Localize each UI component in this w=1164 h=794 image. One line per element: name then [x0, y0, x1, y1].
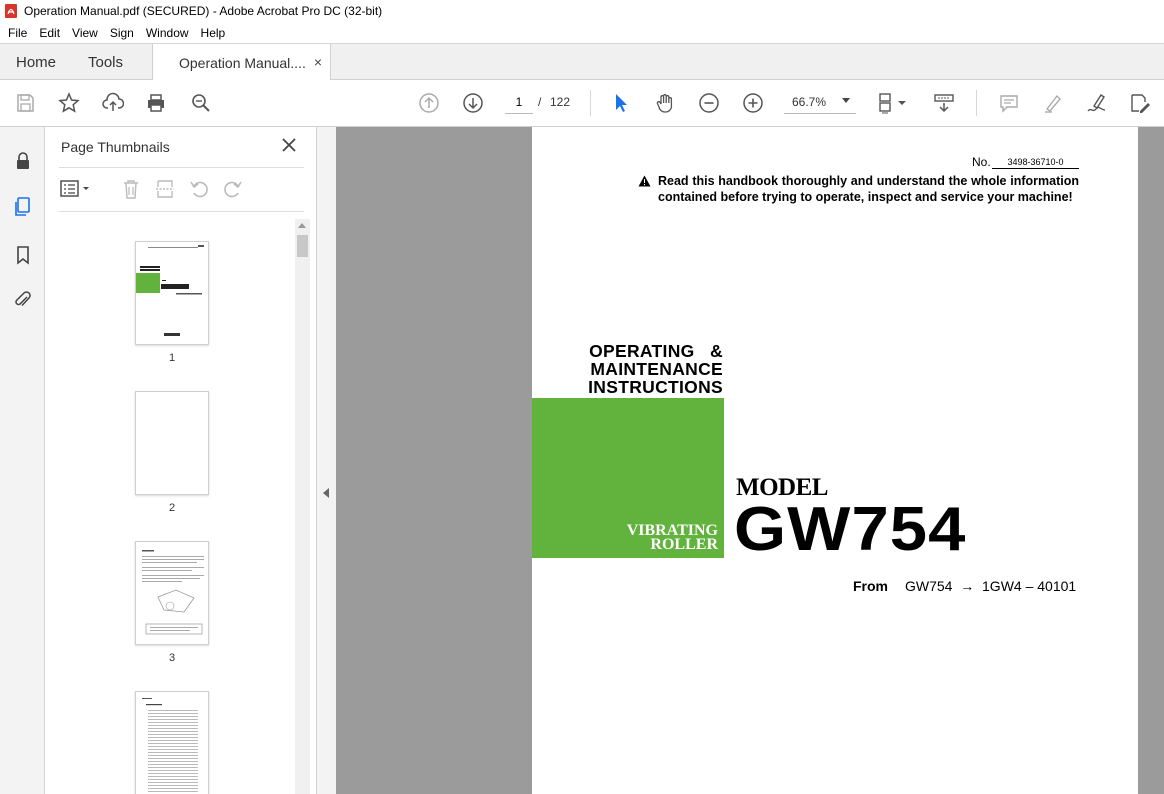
- toolbar-divider: [976, 90, 977, 116]
- upload-cloud-icon[interactable]: [101, 91, 125, 115]
- page-thumbnail-1[interactable]: [135, 241, 209, 345]
- page-thumbnails-icon[interactable]: [11, 195, 35, 219]
- tab-bar: Home Tools Operation Manual.... ×: [0, 43, 1164, 81]
- menu-edit[interactable]: Edit: [33, 26, 66, 40]
- thumbnail-options-icon[interactable]: [59, 177, 91, 201]
- document-number-label: No.: [972, 155, 991, 169]
- window-title: Operation Manual.pdf (SECURED) - Adobe A…: [24, 4, 383, 18]
- page-separator: /: [538, 95, 542, 109]
- divider: [59, 167, 304, 168]
- tab-document-label: Operation Manual....: [179, 54, 306, 71]
- serial-from-value: GW754 → 1GW4 – 40101: [905, 578, 1077, 594]
- vibrating-roller-label: VIBRATING ROLLER: [627, 523, 718, 553]
- page-1-preview: [136, 245, 204, 336]
- tab-tools[interactable]: Tools: [88, 44, 123, 80]
- menu-sign[interactable]: Sign: [104, 26, 140, 40]
- thumbnails-panel: Page Thumbnails 1 2 3: [45, 127, 317, 794]
- scrollbar-thumb[interactable]: [297, 235, 308, 257]
- scroll-mode-icon[interactable]: [932, 91, 956, 115]
- manual-title-line-2: MAINTENANCE: [590, 359, 723, 379]
- serial-from-label: From: [853, 578, 888, 594]
- warning-icon: [638, 175, 651, 187]
- manual-title-line-3: INSTRUCTIONS: [588, 377, 723, 397]
- warning-text: Read this handbook thoroughly and unders…: [658, 174, 1079, 204]
- page-thumbnail-number: 2: [168, 502, 176, 514]
- menu-file[interactable]: File: [2, 26, 33, 40]
- scroll-up-arrow-icon[interactable]: [298, 223, 306, 228]
- page-thumbnail-number: 3: [168, 652, 176, 664]
- divider: [59, 211, 304, 212]
- tab-home[interactable]: Home: [16, 44, 56, 80]
- page-thumbnail-number: 1: [168, 352, 176, 364]
- close-panel-icon[interactable]: [281, 137, 297, 153]
- title-bar: Operation Manual.pdf (SECURED) - Adobe A…: [0, 0, 1164, 22]
- main-toolbar: [0, 80, 1164, 127]
- attachments-icon[interactable]: [11, 288, 35, 312]
- page-thumbnail-3[interactable]: [135, 541, 209, 645]
- manual-title: OPERATING & MAINTENANCE INSTRUCTIONS: [532, 342, 723, 396]
- thumbnail-scrollbar[interactable]: [295, 219, 310, 794]
- model-number: GW754: [734, 495, 967, 564]
- tab-close-icon[interactable]: ×: [314, 54, 322, 70]
- hand-tool-icon[interactable]: [653, 91, 677, 115]
- lock-icon[interactable]: [11, 149, 35, 173]
- document-number-value: 3498-36710-0: [992, 157, 1079, 169]
- menu-window[interactable]: Window: [140, 26, 195, 40]
- bookmarks-icon[interactable]: [11, 243, 35, 267]
- acrobat-pdf-icon: [4, 4, 18, 18]
- pdf-page: No. 3498-36710-0 Read this handbook thor…: [532, 127, 1138, 794]
- green-cover-block: VIBRATING ROLLER: [532, 398, 724, 558]
- menu-help[interactable]: Help: [195, 26, 232, 40]
- roller-text: ROLLER: [650, 536, 718, 553]
- find-zoom-icon[interactable]: [189, 91, 213, 115]
- rotate-left-icon[interactable]: [187, 177, 211, 201]
- tab-document[interactable]: Operation Manual.... ×: [152, 44, 331, 81]
- menu-bar: File Edit View Sign Window Help: [0, 22, 1164, 43]
- rotate-right-icon[interactable]: [221, 177, 245, 201]
- save-icon[interactable]: [13, 91, 37, 115]
- page-total: 122: [550, 95, 571, 109]
- select-cursor-icon[interactable]: [609, 91, 633, 115]
- collapse-arrow-icon[interactable]: [323, 488, 329, 498]
- zoom-value: 66.7%: [792, 94, 827, 109]
- menu-view[interactable]: View: [66, 26, 104, 40]
- zoom-out-icon[interactable]: [697, 91, 721, 115]
- next-page-icon[interactable]: [461, 91, 485, 115]
- page-thumbnail-4[interactable]: [135, 691, 209, 794]
- zoom-in-icon[interactable]: [741, 91, 765, 115]
- fill-sign-icon[interactable]: [1085, 91, 1109, 115]
- toolbar-divider: [590, 90, 591, 116]
- manual-title-line-1: OPERATING &: [589, 341, 723, 361]
- highlight-pen-icon[interactable]: [1041, 91, 1065, 115]
- zoom-select[interactable]: 66.7%: [784, 90, 856, 114]
- delete-page-icon[interactable]: [119, 177, 143, 201]
- page-fit-dropdown-icon[interactable]: [896, 91, 908, 115]
- previous-page-icon[interactable]: [417, 91, 441, 115]
- document-view[interactable]: No. 3498-36710-0 Read this handbook thor…: [336, 127, 1164, 794]
- bookmark-star-icon[interactable]: [57, 91, 81, 115]
- extract-pages-icon[interactable]: [153, 177, 177, 201]
- print-icon[interactable]: [144, 91, 168, 115]
- page-number-input[interactable]: [505, 90, 533, 114]
- page-4-preview: [142, 698, 198, 792]
- edit-pdf-icon[interactable]: [1128, 91, 1152, 115]
- page-3-preview: [142, 550, 204, 635]
- panel-title: Page Thumbnails: [61, 139, 170, 155]
- left-rail: [0, 127, 45, 794]
- panel-collapse-handle[interactable]: [317, 127, 336, 794]
- zoom-dropdown-icon: [842, 98, 850, 103]
- comment-icon[interactable]: [997, 91, 1021, 115]
- page-thumbnail-2[interactable]: [135, 391, 209, 495]
